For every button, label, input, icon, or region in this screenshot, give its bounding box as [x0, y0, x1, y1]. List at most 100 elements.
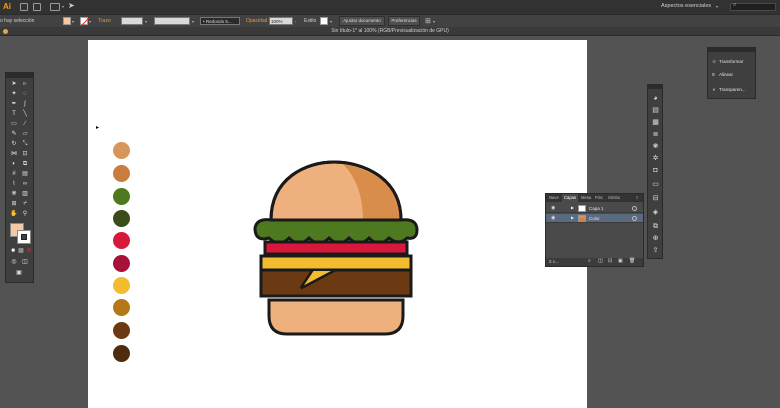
- magic-wand-tool-icon[interactable]: ✦: [10, 90, 18, 98]
- chevron-down-icon[interactable]: ▾: [192, 19, 194, 24]
- scale-tool-icon[interactable]: ⤡: [21, 140, 29, 148]
- pencil-tool-icon[interactable]: ✎: [10, 130, 18, 138]
- graphic-style-swatch[interactable]: [320, 17, 328, 25]
- panel-grip[interactable]: [648, 85, 662, 89]
- color-swatch[interactable]: [113, 345, 130, 362]
- links-panel-icon[interactable]: ⊕: [651, 235, 660, 243]
- appearance-panel-icon[interactable]: ▭: [651, 181, 660, 189]
- tab-layers[interactable]: Capas: [562, 194, 579, 202]
- color-swatch[interactable]: [113, 142, 130, 159]
- rotate-tool-icon[interactable]: ↻: [10, 140, 18, 148]
- rectangle-tool-icon[interactable]: ▭: [10, 120, 18, 128]
- arrange-documents-icon[interactable]: [50, 3, 60, 11]
- color-swatch[interactable]: [113, 277, 130, 294]
- locate-object-icon[interactable]: ⌕: [588, 258, 591, 264]
- layer-name[interactable]: Color: [589, 216, 600, 221]
- free-transform-tool-icon[interactable]: ⊡: [21, 150, 29, 158]
- color-swatch[interactable]: [113, 232, 130, 249]
- draw-mode-icon[interactable]: ◎: [10, 258, 18, 266]
- bridge-icon[interactable]: [20, 3, 28, 11]
- document-setup-button[interactable]: Ajustar documento: [339, 16, 385, 26]
- fill-color-swatch[interactable]: [63, 17, 71, 25]
- layer-row[interactable]: ◉ ▶ Color: [546, 214, 643, 223]
- draw-inside-icon[interactable]: ◫: [21, 258, 29, 266]
- slice-tool-icon[interactable]: ⌿: [21, 200, 29, 208]
- gradient-mode-icon[interactable]: ▦: [17, 247, 25, 255]
- tab-symbols[interactable]: Símbo: [608, 195, 620, 200]
- artboard[interactable]: ▸: [88, 40, 587, 408]
- layers-panel-icon[interactable]: ◈: [651, 209, 660, 217]
- brush-definition[interactable]: • Redondo 5...: [200, 17, 240, 25]
- chevron-down-icon[interactable]: ▾: [716, 4, 718, 9]
- column-graph-tool-icon[interactable]: ▥: [21, 190, 29, 198]
- type-tool-icon[interactable]: T: [10, 110, 18, 118]
- pen-tool-icon[interactable]: ✒: [10, 100, 18, 108]
- color-mode-icon[interactable]: ■: [9, 247, 17, 255]
- none-mode-icon[interactable]: ⊘: [25, 247, 33, 255]
- screen-mode-icon[interactable]: ▣: [15, 269, 23, 277]
- selection-tool-icon[interactable]: ➤: [10, 80, 18, 88]
- artboard-tool-icon[interactable]: ⊞: [10, 200, 18, 208]
- transparency-panel-button[interactable]: ◑ Transparen...: [712, 87, 746, 93]
- zoom-tool-icon[interactable]: ⚲: [21, 210, 29, 218]
- color-swatch[interactable]: [113, 322, 130, 339]
- chevron-right-icon[interactable]: ▶: [571, 205, 574, 210]
- tab-artboards[interactable]: Mesa: [581, 195, 591, 200]
- blend-tool-icon[interactable]: ∞: [21, 180, 29, 188]
- color-panel-icon[interactable]: ◕: [651, 95, 660, 103]
- perspective-grid-tool-icon[interactable]: ⧉: [21, 160, 29, 168]
- workspace-switcher[interactable]: Aspectos esenciales: [661, 3, 711, 9]
- color-swatch[interactable]: [113, 188, 130, 205]
- gradient-tool-icon[interactable]: ▤: [21, 170, 29, 178]
- arrange-icon[interactable]: ⊞: [425, 17, 431, 25]
- visibility-eye-icon[interactable]: ◉: [551, 205, 555, 211]
- shape-builder-tool-icon[interactable]: ◐: [10, 160, 18, 168]
- color-swatch[interactable]: [113, 299, 130, 316]
- stroke-label[interactable]: Trazo: [98, 18, 111, 24]
- stroke-color[interactable]: [17, 230, 31, 244]
- brushes-panel-icon[interactable]: ❀: [651, 143, 660, 151]
- chevron-right-icon[interactable]: ›: [295, 19, 296, 24]
- asset-export-panel-icon[interactable]: ⇪: [651, 247, 660, 255]
- burger-illustration[interactable]: [251, 158, 421, 338]
- panel-grip[interactable]: [6, 73, 33, 78]
- layer-name[interactable]: Capa 1: [589, 206, 604, 211]
- stroke-color-swatch[interactable]: [80, 17, 89, 26]
- chevron-down-icon[interactable]: ▾: [433, 19, 435, 24]
- color-swatch[interactable]: [113, 210, 130, 227]
- eraser-tool-icon[interactable]: ▱: [21, 130, 29, 138]
- chevron-down-icon[interactable]: ▾: [145, 19, 147, 24]
- eyedropper-tool-icon[interactable]: ⌇: [10, 180, 18, 188]
- chevron-right-icon[interactable]: ▶: [571, 215, 574, 220]
- panel-menu-icon[interactable]: ≡: [636, 195, 638, 200]
- swatches-panel-icon[interactable]: ▦: [651, 119, 660, 127]
- target-icon[interactable]: [632, 216, 637, 221]
- stock-icon[interactable]: [33, 3, 41, 11]
- symbols-panel-icon[interactable]: ✲: [651, 155, 660, 163]
- delete-layer-icon[interactable]: 🗑: [629, 258, 635, 264]
- visibility-eye-icon[interactable]: ◉: [551, 215, 555, 221]
- width-tool-icon[interactable]: ⋈: [10, 150, 18, 158]
- libraries-panel-icon[interactable]: ▤: [651, 107, 660, 115]
- chevron-down-icon[interactable]: ▾: [89, 19, 91, 24]
- symbol-sprayer-tool-icon[interactable]: ❋: [10, 190, 18, 198]
- document-tab[interactable]: Sin título-1* al 100% (RGB/Previsualizac…: [0, 27, 780, 36]
- curvature-tool-icon[interactable]: ∫: [21, 100, 29, 108]
- new-layer-icon[interactable]: ▣: [618, 258, 623, 264]
- lasso-tool-icon[interactable]: ◌: [21, 90, 29, 98]
- color-swatch[interactable]: [113, 165, 130, 182]
- color-swatch[interactable]: [113, 255, 130, 272]
- tab-brushes[interactable]: Pinc: [595, 195, 603, 200]
- opacity-label[interactable]: Opacidad: [246, 18, 267, 24]
- hand-tool-icon[interactable]: ✋: [10, 210, 18, 218]
- stroke-weight-field[interactable]: [121, 17, 143, 25]
- panel-grip[interactable]: [708, 48, 755, 52]
- paintbrush-tool-icon[interactable]: ∕: [21, 120, 29, 128]
- send-icon[interactable]: ➤: [68, 1, 75, 10]
- search-input[interactable]: ⌕: [730, 2, 776, 11]
- chevron-down-icon[interactable]: ▾: [72, 19, 74, 24]
- chevron-down-icon[interactable]: ▾: [62, 4, 64, 9]
- direct-selection-tool-icon[interactable]: ▹: [21, 80, 29, 88]
- target-icon[interactable]: [632, 206, 637, 211]
- chevron-down-icon[interactable]: ▾: [330, 19, 332, 24]
